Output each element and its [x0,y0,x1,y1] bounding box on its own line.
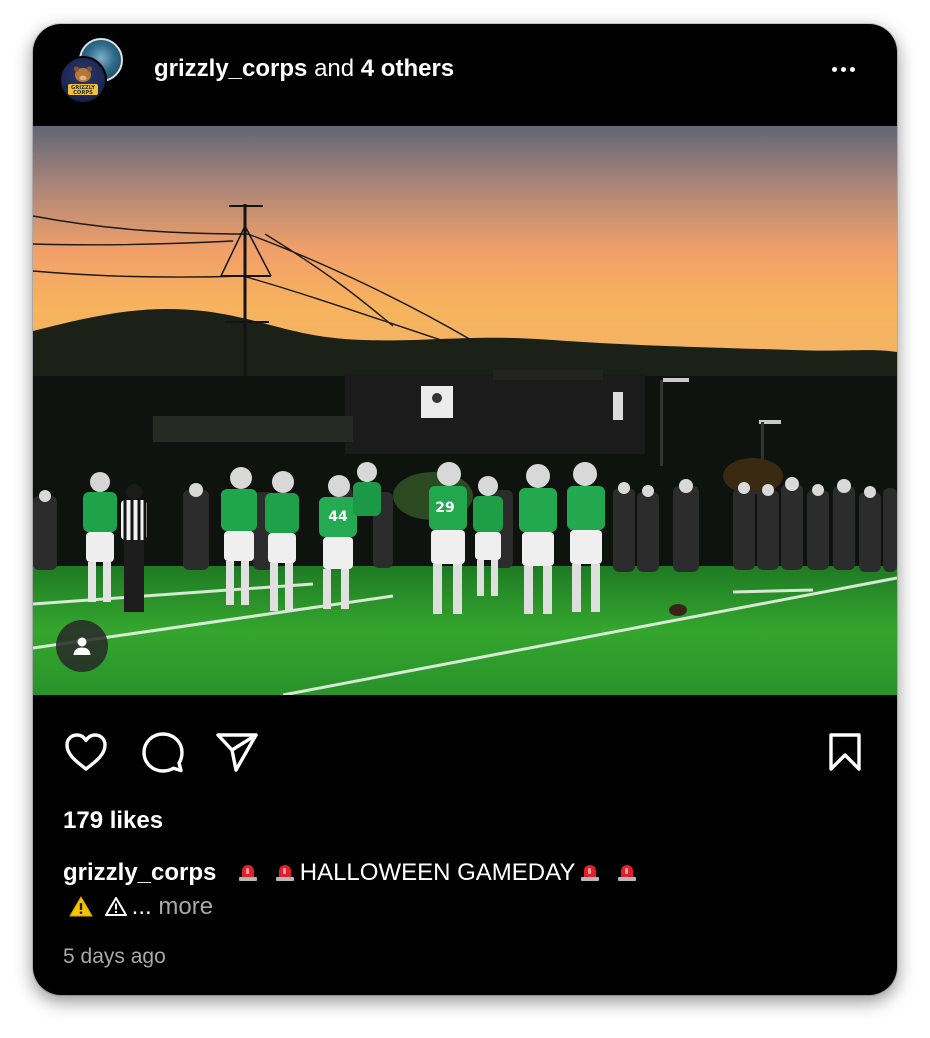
comment-button[interactable] [139,728,187,776]
post-header: GRIZZLY CORPS grizzly_corps and 4 others [33,24,897,126]
author-username-link[interactable]: grizzly_corps [154,55,307,82]
siren-icon [239,865,258,881]
siren-icon [275,865,294,881]
collab-avatars[interactable]: GRIZZLY CORPS [59,38,127,106]
caption-username-link[interactable]: grizzly_corps [63,859,216,886]
heart-icon [65,733,107,771]
bookmark-icon [829,733,861,771]
svg-text:29: 29 [435,500,454,516]
grizzly-logo-icon: GRIZZLY CORPS [68,66,98,96]
svg-text:CORPS: CORPS [73,90,93,96]
person-icon [73,637,91,655]
siren-icon [618,865,637,881]
author-avatar[interactable]: GRIZZLY CORPS [59,56,107,104]
caption-text: HALLOWEEN GAMEDAY [299,859,576,886]
post-timestamp[interactable]: 5 days ago [63,944,166,970]
warning-icon [69,896,93,917]
post-authors: grizzly_corps and 4 others [154,54,454,84]
save-button[interactable] [821,728,869,776]
caption-more-link[interactable]: more [158,893,213,920]
caption-ellipsis: ... [131,893,152,920]
authors-connector: and [314,55,355,82]
others-link[interactable]: 4 others [361,55,454,82]
likes-count[interactable]: 179 likes [63,806,163,836]
football-field-photo: 44 29 [33,126,897,695]
tagged-people-button[interactable] [56,620,108,672]
siren-icon [581,865,600,881]
post-photo[interactable]: 44 29 [33,126,897,695]
send-icon [216,733,258,772]
post-card: GRIZZLY CORPS grizzly_corps and 4 others [33,24,897,995]
like-button[interactable] [62,728,110,776]
more-horizontal-icon [831,66,837,72]
post-caption: grizzly_corps HALLOWEEN GAMEDAY ... more [63,856,863,924]
more-options-button[interactable] [823,56,863,82]
post-actions [33,724,897,780]
warning-outline-icon [104,897,127,916]
comment-icon [142,732,184,773]
share-button[interactable] [213,728,261,776]
svg-text:44: 44 [328,509,348,525]
